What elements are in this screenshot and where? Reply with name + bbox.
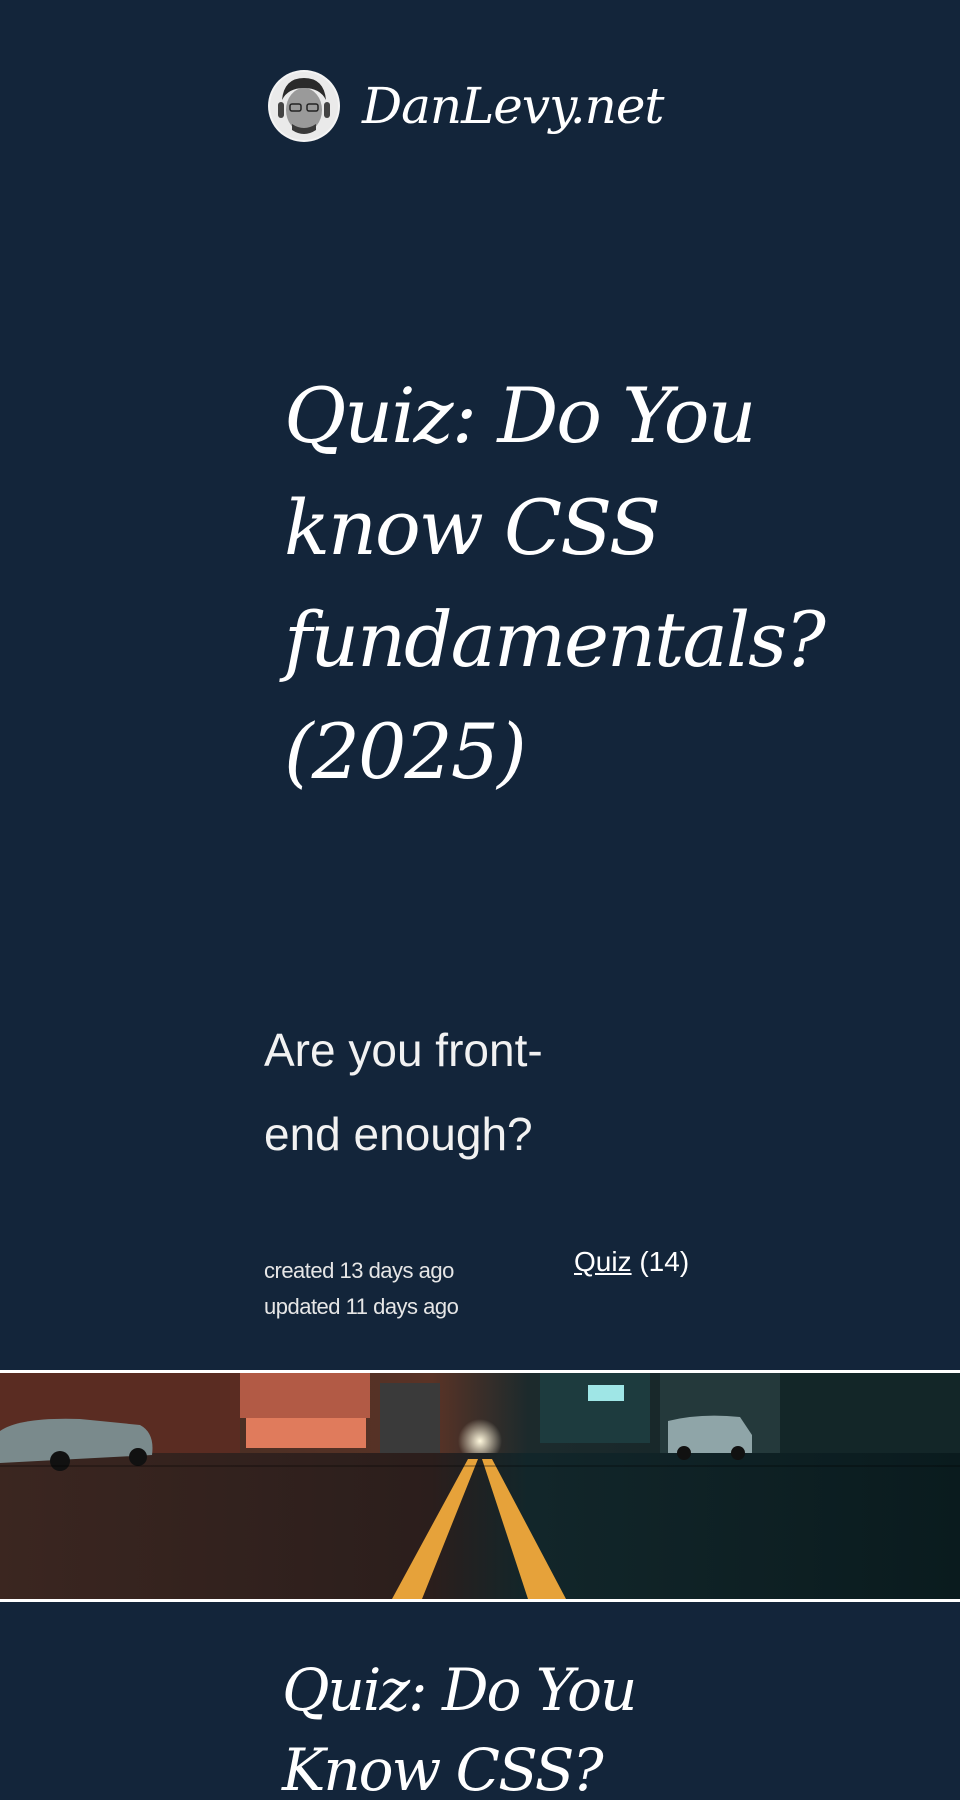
site-name-link[interactable]: DanLevy.net (362, 77, 665, 135)
post-dates: created 13 days ago updated 11 days ago (264, 1253, 459, 1325)
tag-count: (14) (639, 1246, 690, 1277)
tag-link-quiz[interactable]: Quiz (574, 1246, 632, 1277)
city-street-night-photo (0, 1373, 960, 1599)
banner-image (0, 1370, 960, 1602)
next-post-title[interactable]: Quiz: Do You Know CSS? (282, 1650, 702, 1800)
updated-date: updated 11 days ago (264, 1294, 459, 1319)
site-header: DanLevy.net (268, 70, 665, 142)
post-title: Quiz: Do You know CSS fundamentals? (202… (284, 371, 826, 796)
author-avatar-icon[interactable] (268, 70, 340, 142)
post-tag: Quiz (14) (574, 1246, 689, 1278)
post-subtitle: Are you front-end enough? (264, 1024, 543, 1160)
created-date: created 13 days ago (264, 1258, 454, 1283)
